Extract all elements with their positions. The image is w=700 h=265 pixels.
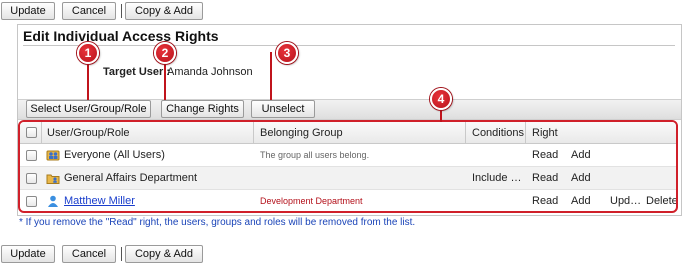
table-header: User/Group/Role Belonging Group Conditio… [20,122,676,144]
row-group: Development Department [260,196,363,206]
rights-table: User/Group/Role Belonging Group Conditio… [18,120,678,213]
toolbar-separator [121,4,122,18]
row-name: Everyone (All Users) [64,149,165,161]
right-delete: Delete [646,195,678,207]
target-user-value: Amanda Johnson [167,66,253,78]
right-read: Read [532,149,559,161]
table-row[interactable]: General Affairs Department Include S… Re… [20,167,676,190]
callout-pointer [440,108,442,122]
row-checkbox[interactable] [26,173,37,184]
copy-add-button-bottom[interactable]: Copy & Add [125,245,203,263]
select-all-checkbox[interactable] [26,127,37,138]
cancel-button-top[interactable]: Cancel [62,2,116,20]
panel-title: Edit Individual Access Rights [23,28,219,44]
select-user-group-role-button[interactable]: Select User/Group/Role [26,100,151,118]
cancel-button-bottom[interactable]: Cancel [62,245,116,263]
callout-marker-3: 3 [276,42,298,64]
change-rights-button[interactable]: Change Rights [161,100,244,118]
right-read: Read [532,172,559,184]
title-divider [23,45,675,46]
header-right[interactable]: Right [532,122,558,143]
toolbar-separator [121,247,122,261]
user-icon [48,195,58,207]
callout-marker-2: 2 [154,42,176,64]
row-checkbox[interactable] [26,150,37,161]
column-divider [41,122,42,144]
callout-marker-1: 1 [77,42,99,64]
right-add: Add [571,149,591,161]
row-name: General Affairs Department [64,172,198,184]
column-divider [253,122,254,144]
all-users-icon [46,150,60,161]
table-row[interactable]: Everyone (All Users) The group all users… [20,144,676,167]
note-text: * If you remove the "Read" right, the us… [19,217,416,228]
callout-marker-4: 4 [430,88,452,110]
user-link-matthew-miller[interactable]: Matthew Miller [64,190,135,211]
right-add: Add [571,195,591,207]
table-row[interactable]: Matthew Miller Development Department Re… [20,190,678,211]
column-divider [465,122,466,144]
row-group: The group all users belong. [260,150,370,160]
right-update: Upd… [610,195,642,207]
right-read: Read [532,195,559,207]
right-add: Add [571,172,591,184]
update-button-bottom[interactable]: Update [1,245,55,263]
row-conditions: Include S… [472,172,524,184]
department-icon [46,174,60,184]
header-conditions[interactable]: Conditions [472,122,524,143]
column-divider [525,122,526,144]
header-user-group-role[interactable]: User/Group/Role [47,122,130,143]
copy-add-button-top[interactable]: Copy & Add [125,2,203,20]
callout-pointer [270,52,272,100]
update-button-top[interactable]: Update [1,2,55,20]
target-user-label: Target User : [103,66,171,78]
unselect-button[interactable]: Unselect [251,100,315,118]
header-belonging-group[interactable]: Belonging Group [260,122,343,143]
row-checkbox[interactable] [26,196,37,207]
